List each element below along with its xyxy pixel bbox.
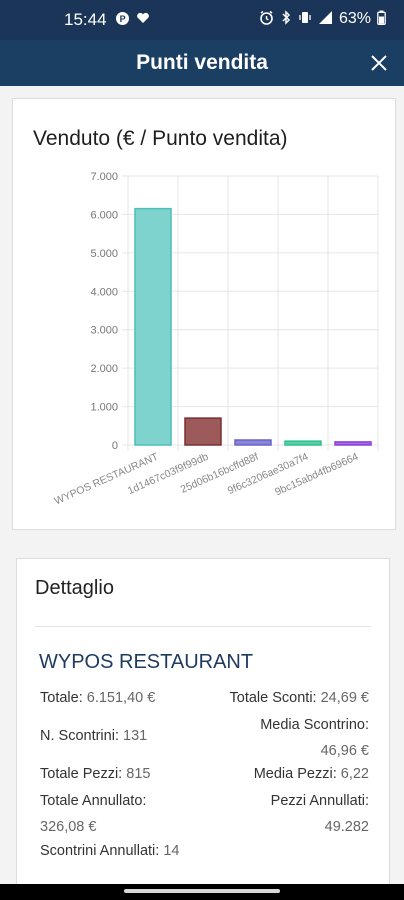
status-left-icons: P (115, 11, 150, 29)
navigation-bar (0, 884, 404, 900)
stat-pezzi-annullati-label: Pezzi Annullati: (270, 793, 369, 809)
close-icon (371, 55, 387, 71)
stat-scontrini-annullati-label: Scontrini Annullati: (40, 843, 160, 859)
stat-sconti: Totale Sconti: 24,69 € (230, 687, 369, 709)
stat-media-pezzi: Media Pezzi: 6,22 (254, 763, 369, 785)
stat-scontrini-value: 131 (123, 728, 148, 744)
y-tick-label: 2.000 (90, 363, 118, 375)
heart-icon (136, 11, 150, 29)
stat-scontrini-annullati: Scontrini Annullati: 14 (40, 840, 179, 862)
stat-sconti-value: 24,69 € (320, 690, 369, 706)
status-time: 15:44 (64, 10, 107, 29)
svg-text:P: P (120, 14, 126, 24)
close-button[interactable] (364, 48, 394, 78)
stat-media-scontrino: Media Scontrino: 46,96 € (260, 712, 369, 764)
sales-bar-chart: 01.0002.0003.0004.0005.0006.0007.000WYPO… (53, 171, 379, 507)
signal-icon (318, 10, 333, 28)
stat-media-pezzi-label: Media Pezzi: (253, 766, 337, 782)
stat-pezzi-value: 815 (126, 766, 151, 782)
home-gesture-handle[interactable] (124, 889, 280, 893)
bar (284, 440, 322, 446)
stat-media-scontrino-value: 46,96 € (320, 743, 369, 759)
stat-scontrini-annullati-value: 14 (163, 843, 180, 859)
stat-media-scontrino-label: Media Scontrino: (260, 717, 369, 733)
p-icon: P (115, 11, 130, 29)
stat-totale-value: 6.151,40 € (86, 690, 156, 706)
y-tick-label: 0 (112, 440, 118, 452)
status-right: 63% (259, 10, 386, 28)
y-tick-label: 5.000 (90, 248, 118, 260)
status-bar: 15:44 P 63% (0, 0, 404, 40)
bar (184, 417, 222, 446)
x-tick-label: 9bc15abd4fb69664 (273, 451, 360, 499)
stat-sconti-label: Totale Sconti: (229, 690, 317, 706)
alarm-icon (259, 10, 274, 28)
stat-annullato-value: 326,08 € (40, 819, 97, 835)
stat-pezzi-annullati: Pezzi Annullati: 49.282 (271, 788, 369, 840)
y-tick-label: 6.000 (90, 209, 118, 221)
stat-totale-label: Totale: (40, 690, 83, 706)
store-name: WYPOS RESTAURANT (39, 651, 254, 673)
stat-totale: Totale: 6.151,40 € (40, 687, 155, 709)
stat-media-pezzi-value: 6,22 (340, 766, 369, 782)
y-tick-label: 4.000 (90, 286, 118, 298)
stat-scontrini-label: N. Scontrini: (40, 728, 119, 744)
bar (234, 439, 272, 446)
page-title: Punti vendita (136, 51, 268, 74)
divider (35, 626, 371, 627)
bluetooth-icon (280, 10, 292, 28)
stat-annullato-label: Totale Annullato: (40, 793, 147, 809)
detail-card: Dettaglio WYPOS RESTAURANT Totale: 6.151… (16, 558, 390, 884)
content-area[interactable]: Venduto (€ / Punto vendita) 0 1.000 2.000 3… (0, 86, 404, 884)
y-tick-label: 3.000 (90, 325, 118, 337)
stat-pezzi-annullati-value: 49.282 (324, 819, 369, 835)
bar (134, 207, 172, 446)
battery-percent: 63% (338, 10, 371, 27)
vibrate-icon (298, 10, 312, 28)
battery-icon (377, 10, 386, 28)
chart-card: Venduto (€ / Punto vendita) 0 1.000 2.000 3… (12, 98, 396, 530)
detail-title: Dettaglio (35, 577, 114, 599)
stat-pezzi-label: Totale Pezzi: (40, 766, 123, 782)
stat-pezzi: Totale Pezzi: 815 (40, 763, 150, 785)
stat-annullato: Totale Annullato: 326,08 € (40, 788, 146, 840)
y-tick-label: 1.000 (90, 402, 118, 414)
bar (334, 441, 372, 446)
y-tick-label: 7.000 (90, 171, 118, 183)
stat-scontrini: N. Scontrini: 131 (40, 725, 147, 747)
app-header: Punti vendita (0, 40, 404, 86)
